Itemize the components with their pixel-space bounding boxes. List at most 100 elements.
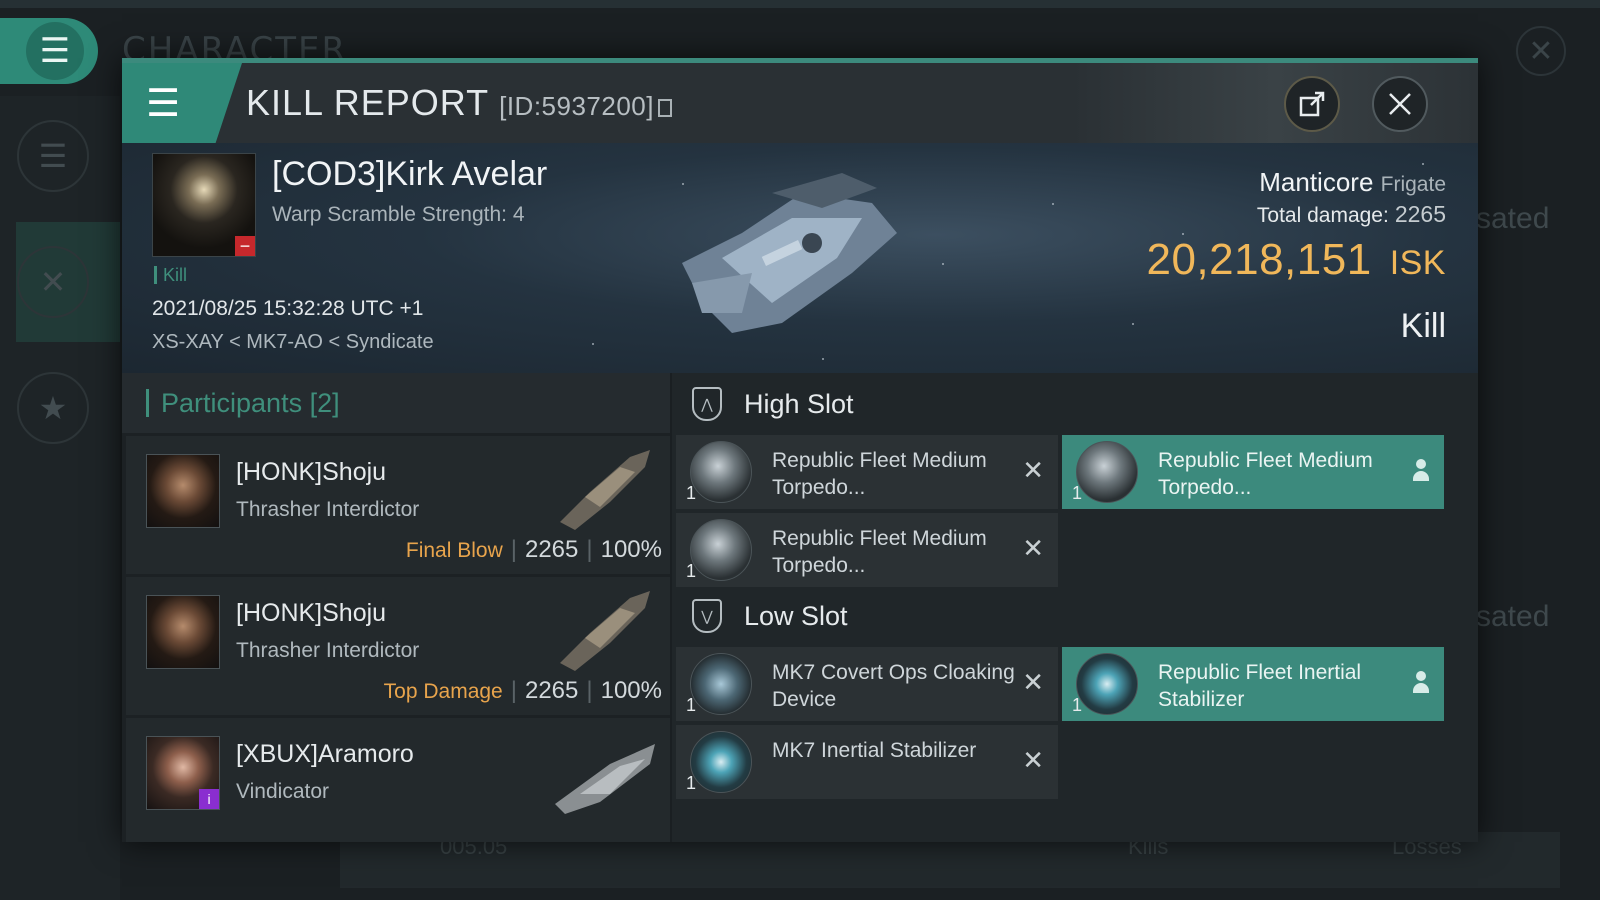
- hamburger-icon: ☰: [146, 82, 181, 125]
- background-close-icon[interactable]: ✕: [1516, 26, 1566, 76]
- participant-name[interactable]: [HONK]Shoju: [236, 458, 386, 487]
- total-damage: Total damage: 2265: [1257, 201, 1446, 228]
- kill-location[interactable]: XS-XAY < MK7-AO < Syndicate: [152, 331, 434, 354]
- kill-timestamp: 2021/08/25 15:32:28 UTC +1: [152, 297, 424, 320]
- destroyed-x-icon: ✕: [1022, 533, 1044, 563]
- victim-name[interactable]: [COD3]Kirk Avelar: [272, 155, 547, 194]
- modal-title: KILL REPORT [ID:5937200]: [246, 82, 672, 124]
- participant-damage: 2265: [524, 536, 579, 563]
- participants-title: Participants [2]: [161, 387, 340, 418]
- victim-subtitle: Warp Scramble Strength: 4: [272, 203, 525, 226]
- participant-ship-image: [560, 450, 650, 530]
- slot-label: High Slot: [744, 388, 854, 419]
- item-name: Republic Fleet Inertial Stabilizer: [1158, 661, 1362, 711]
- participant-avatar[interactable]: [146, 595, 220, 669]
- fitted-item-destroyed[interactable]: 1 Republic Fleet Medium Torpedo... ✕: [676, 435, 1058, 509]
- participant-stats: Final Blow | 2265 | 100%: [406, 536, 662, 564]
- person-icon: [1412, 459, 1430, 483]
- item-quantity: 1: [1072, 695, 1083, 715]
- background-top-bar: [0, 0, 1600, 8]
- participant-name[interactable]: [HONK]Shoju: [236, 599, 386, 628]
- total-damage-value: 2265: [1394, 201, 1446, 227]
- divider: |: [586, 677, 593, 704]
- external-link-icon: [1299, 91, 1325, 117]
- torpedo-launcher-icon: [1076, 441, 1138, 503]
- fitted-item-destroyed[interactable]: 1 MK7 Inertial Stabilizer ✕: [676, 725, 1058, 799]
- close-button[interactable]: [1372, 76, 1428, 132]
- shield-icon: ⋀: [692, 387, 722, 421]
- background-text: sated: [1476, 202, 1550, 235]
- participant-row[interactable]: i [XBUX]Aramoro Vindicator: [126, 718, 670, 842]
- item-name: Republic Fleet Medium Torpedo...: [772, 527, 987, 577]
- torpedo-launcher-icon: [690, 441, 752, 503]
- participant-role: Top Damage: [383, 680, 503, 703]
- hostile-badge-icon: −: [235, 236, 255, 256]
- background-sidebar: ☰ ✕ ★: [0, 96, 120, 900]
- participant-stats: Top Damage | 2265 | 100%: [384, 677, 662, 705]
- participant-ship: Vindicator: [236, 780, 330, 803]
- result-label: Kill: [1400, 307, 1446, 345]
- person-icon: [1412, 671, 1430, 695]
- fitted-item-dropped[interactable]: 1 Republic Fleet Inertial Stabilizer: [1062, 647, 1444, 721]
- fitted-item-destroyed[interactable]: 1 MK7 Covert Ops Cloaking Device ✕: [676, 647, 1058, 721]
- inertial-stabilizer-icon: [690, 731, 752, 793]
- isk-value: 20,218,151 ISK: [1146, 235, 1446, 285]
- hamburger-icon: ☰: [26, 22, 84, 80]
- item-name: MK7 Inertial Stabilizer: [772, 739, 977, 762]
- participants-panel: Participants [2] [HONK]Shoju Thrasher In…: [122, 373, 670, 842]
- divider: |: [510, 677, 517, 704]
- modal-title-text: KILL REPORT: [246, 82, 490, 123]
- background-text: sated: [1476, 600, 1550, 633]
- corp-badge-icon: i: [199, 789, 219, 809]
- participant-ship: Thrasher Interdictor: [236, 498, 420, 521]
- victim-ship-class: Frigate: [1380, 173, 1446, 196]
- kill-tag: Kill: [154, 266, 187, 284]
- participant-row[interactable]: [HONK]Shoju Thrasher Interdictor Top Dam…: [126, 577, 670, 715]
- sidebar-item-favorites[interactable]: ★: [16, 348, 120, 468]
- victim-ship: Manticore Frigate: [1259, 167, 1446, 198]
- participant-percent: 100%: [600, 677, 662, 704]
- cloaking-device-icon: [690, 653, 752, 715]
- participant-ship: Thrasher Interdictor: [236, 639, 420, 662]
- victim-banner: − [COD3]Kirk Avelar Warp Scramble Streng…: [122, 143, 1478, 373]
- destroyed-x-icon: ✕: [1022, 455, 1044, 485]
- item-quantity: 1: [1072, 483, 1083, 503]
- inertial-stabilizer-icon: [1076, 653, 1138, 715]
- participant-percent: 100%: [600, 536, 662, 563]
- list-icon: ☰: [17, 120, 89, 192]
- star-icon: ★: [17, 372, 89, 444]
- background-menu-button[interactable]: ☰: [0, 18, 98, 84]
- sidebar-item-combat[interactable]: ✕: [16, 222, 120, 342]
- divider: |: [586, 536, 593, 563]
- item-quantity: 1: [686, 561, 697, 581]
- share-button[interactable]: [1284, 76, 1340, 132]
- item-quantity: 1: [686, 773, 697, 793]
- high-slot-header: ⋀ High Slot: [672, 373, 1478, 435]
- participant-damage: 2265: [524, 677, 579, 704]
- participant-role: Final Blow: [405, 539, 503, 562]
- divider: |: [510, 536, 517, 563]
- slot-label: Low Slot: [744, 600, 848, 631]
- fitted-item-destroyed[interactable]: 1 Republic Fleet Medium Torpedo... ✕: [676, 513, 1058, 587]
- crossed-swords-icon: ✕: [17, 246, 89, 318]
- participant-name[interactable]: [XBUX]Aramoro: [236, 740, 414, 769]
- fitted-item-dropped[interactable]: 1 Republic Fleet Medium Torpedo...: [1062, 435, 1444, 509]
- participant-avatar[interactable]: [146, 454, 220, 528]
- participant-row[interactable]: [HONK]Shoju Thrasher Interdictor Final B…: [126, 436, 670, 574]
- item-name: Republic Fleet Medium Torpedo...: [1158, 449, 1373, 499]
- item-quantity: 1: [686, 483, 697, 503]
- isk-unit: ISK: [1389, 244, 1446, 282]
- total-damage-label: Total damage:: [1256, 204, 1389, 227]
- item-name: Republic Fleet Medium Torpedo...: [772, 449, 987, 499]
- victim-portrait[interactable]: −: [152, 153, 256, 257]
- participant-ship-image: [555, 744, 655, 814]
- participant-ship-image: [560, 591, 650, 671]
- sidebar-item-list[interactable]: ☰: [16, 96, 120, 216]
- victim-ship-name[interactable]: Manticore: [1259, 167, 1373, 197]
- low-slot-header: ⋁ Low Slot: [672, 585, 1478, 647]
- copy-icon[interactable]: [657, 99, 672, 117]
- participant-avatar[interactable]: i: [146, 736, 220, 810]
- victim-ship-image[interactable]: [662, 163, 912, 353]
- kill-report-modal: ☰ KILL REPORT [ID:5937200] − [COD3]Kirk A…: [122, 58, 1478, 842]
- fitting-panel: ⋀ High Slot 1 Republic Fleet Medium Torp…: [672, 373, 1478, 842]
